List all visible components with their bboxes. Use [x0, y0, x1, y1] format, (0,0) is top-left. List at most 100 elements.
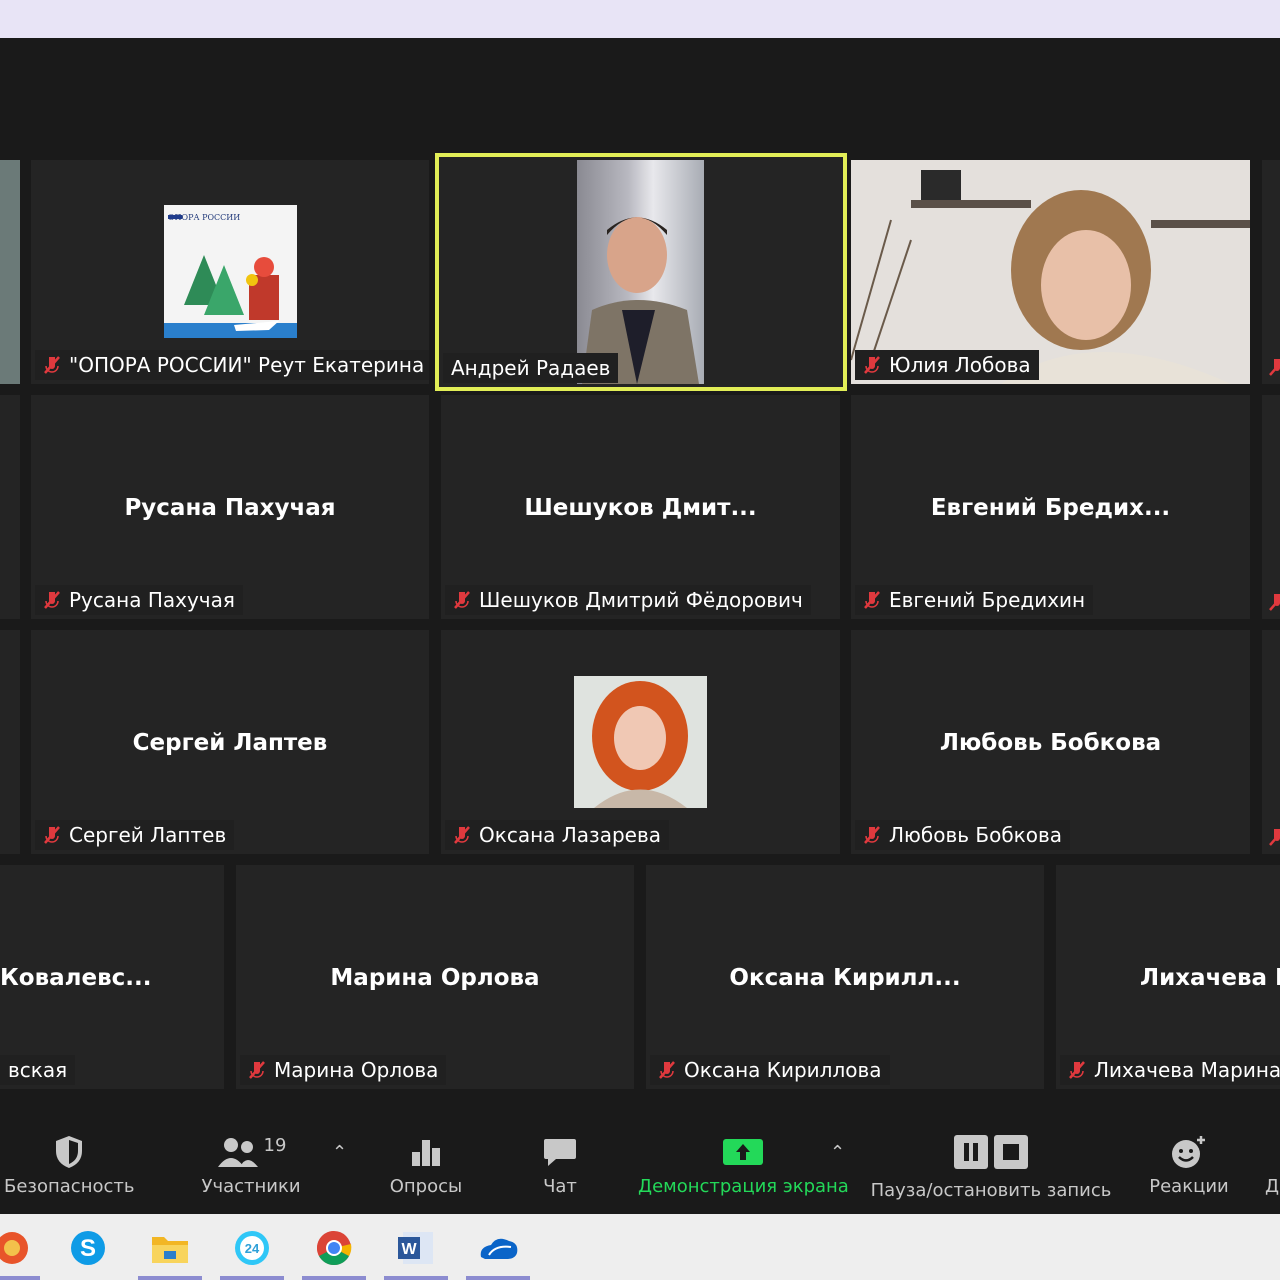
participant-name-label: Марина Орлова [240, 1055, 447, 1085]
participant-name-label: Сергей Лаптев [35, 820, 235, 850]
share-options-caret-icon[interactable]: ⌃ [830, 1142, 845, 1163]
participant-name-label: Оксана Кириллова [650, 1055, 890, 1085]
video-gallery: ОПОРА РОССИИ "ОПОРА РОССИИ" Реут Екатери… [0, 38, 1280, 1112]
taskbar-app-word[interactable]: W [394, 1226, 438, 1270]
pause-stop-recording-button[interactable]: Пауза/остановить запись [870, 1132, 1112, 1201]
video-tile-laptev[interactable]: Сергей Лаптев Сергей Лаптев [31, 630, 429, 854]
pause-icon [954, 1135, 988, 1169]
participant-display-name: Марина Орлова [330, 965, 540, 991]
muted-mic-icon [1269, 594, 1280, 611]
partial-video-tile [1262, 630, 1280, 854]
participants-icon [217, 1138, 258, 1167]
participant-name-label: Оксана Лазарева [445, 820, 669, 850]
taskbar-app-onedrive[interactable] [476, 1226, 520, 1270]
taskbar-app-skype[interactable]: S [66, 1226, 110, 1270]
muted-mic-icon [1069, 1061, 1085, 1079]
video-tile-bredikhin[interactable]: Евгений Бредих... Евгений Бредихин [851, 395, 1250, 619]
participant-name-label: Андрей Радаев [443, 353, 619, 383]
participant-display-name: Ковалевс... [0, 965, 152, 991]
participant-name-label: Русана Пахучая [35, 585, 243, 615]
share-screen-button[interactable]: Демонстрация экрана [638, 1132, 849, 1197]
video-tile-lazareva[interactable]: Оксана Лазарева [441, 630, 840, 854]
video-tile-lobova[interactable]: Юлия Лобова [851, 160, 1250, 384]
security-label: Безопасность [4, 1176, 135, 1197]
participant-name-label: Лихачева Марина [1060, 1055, 1280, 1085]
participants-options-caret-icon[interactable]: ⌃ [332, 1142, 347, 1163]
svg-text:W: W [401, 1241, 417, 1258]
participant-display-name: Русана Пахучая [124, 495, 336, 521]
muted-mic-icon [44, 356, 60, 374]
chrome-icon [317, 1231, 352, 1265]
participant-name: Оксана Лазарева [479, 823, 661, 847]
partial-video-tile [1262, 160, 1280, 384]
participant-display-name: Любовь Бобкова [939, 730, 1162, 756]
person-video-icon [582, 217, 699, 384]
participant-name: "ОПОРА РОССИИ" Реут Екатерина [69, 353, 425, 377]
video-tile-opora[interactable]: ОПОРА РОССИИ "ОПОРА РОССИИ" Реут Екатери… [31, 160, 429, 384]
participant-name: Марина Орлова [274, 1058, 439, 1082]
participant-name: Евгений Бредихин [889, 588, 1086, 612]
video-tile-kovalevskaya[interactable]: Ковалевс... вская [0, 865, 224, 1089]
os-taskbar: S 24 W [0, 1214, 1280, 1280]
video-tile-orlova[interactable]: Марина Орлова Марина Орлова [236, 865, 634, 1089]
participant-display-name: Шешуков Дмит... [524, 495, 757, 521]
reactions-button[interactable]: Реакции [1144, 1132, 1234, 1197]
taskbar-app-browser[interactable] [0, 1226, 34, 1270]
taskbar-active-indicator [220, 1276, 284, 1280]
chat-label: Чат [543, 1176, 577, 1197]
video-tile-sheshukov[interactable]: Шешуков Дмит... Шешуков Дмитрий Фёдорови… [441, 395, 840, 619]
taskbar-active-indicator [384, 1276, 448, 1280]
taskbar-active-indicator [466, 1276, 530, 1280]
muted-mic-icon [864, 356, 880, 374]
taskbar-app-file-explorer[interactable] [148, 1226, 192, 1270]
taskbar-active-indicator [0, 1276, 40, 1280]
security-button[interactable]: Безопасность [4, 1132, 134, 1197]
record-label: Пауза/остановить запись [870, 1180, 1112, 1201]
more-button[interactable]: Д [1264, 1132, 1280, 1197]
bitrix24-icon: 24 [235, 1231, 269, 1265]
participant-name-label: вская [0, 1055, 76, 1085]
participant-display-name: Оксана Кирилл... [729, 965, 961, 991]
participant-name-label: Евгений Бредихин [855, 585, 1094, 615]
meeting-toolbar: Безопасность 19 Участники ⌃ Опросы Чат Д… [0, 1112, 1280, 1214]
skype-icon: S [71, 1231, 105, 1265]
share-screen-label: Демонстрация экрана [638, 1176, 849, 1197]
participant-name: вская [8, 1058, 68, 1082]
video-tile-active-speaker-radaev[interactable]: Андрей Радаев [435, 153, 847, 391]
participant-display-name: Сергей Лаптев [132, 730, 328, 756]
participants-count: 19 [263, 1134, 287, 1156]
muted-mic-icon [1269, 359, 1280, 376]
taskbar-app-bitrix24[interactable]: 24 [230, 1226, 274, 1270]
participant-name: Оксана Кириллова [684, 1058, 882, 1082]
muted-mic-icon [864, 826, 880, 844]
partial-video-tile [0, 160, 20, 384]
shield-icon [56, 1136, 82, 1168]
participant-name-label: Юлия Лобова [855, 350, 1039, 380]
polls-bar-chart-icon [412, 1140, 440, 1166]
muted-mic-icon [249, 1061, 265, 1079]
participant-avatar-lazareva [574, 676, 707, 808]
muted-mic-icon [44, 826, 60, 844]
chat-button[interactable]: Чат [530, 1132, 590, 1197]
muted-mic-icon [659, 1061, 675, 1079]
participant-display-name: Лихачева М [1140, 965, 1280, 991]
polls-button[interactable]: Опросы [380, 1132, 472, 1197]
muted-mic-icon [1269, 829, 1280, 846]
participant-name: Юлия Лобова [889, 353, 1031, 377]
share-screen-arrow-icon [723, 1139, 763, 1165]
participant-name: Шешуков Дмитрий Фёдорович [479, 588, 803, 612]
taskbar-app-chrome[interactable] [312, 1226, 356, 1270]
moscow-skyline-icon [164, 215, 297, 338]
participants-button[interactable]: 19 Участники [196, 1132, 306, 1198]
video-tile-rusana[interactable]: Русана Пахучая Русана Пахучая [31, 395, 429, 619]
top-window-strip [0, 0, 1280, 38]
reactions-label: Реакции [1149, 1176, 1229, 1197]
chat-bubble-icon [544, 1139, 576, 1166]
participant-display-name: Евгений Бредих... [930, 495, 1171, 521]
participant-name-label: Шешуков Дмитрий Фёдорович [445, 585, 811, 615]
person-photo-icon [574, 676, 707, 808]
video-tile-kirillova[interactable]: Оксана Кирилл... Оксана Кириллова [646, 865, 1044, 1089]
video-tile-likhacheva[interactable]: Лихачева М Лихачева Марина [1056, 865, 1280, 1089]
video-tile-bobkova[interactable]: Любовь Бобкова Любовь Бобкова [851, 630, 1250, 854]
browser-icon [0, 1232, 28, 1264]
